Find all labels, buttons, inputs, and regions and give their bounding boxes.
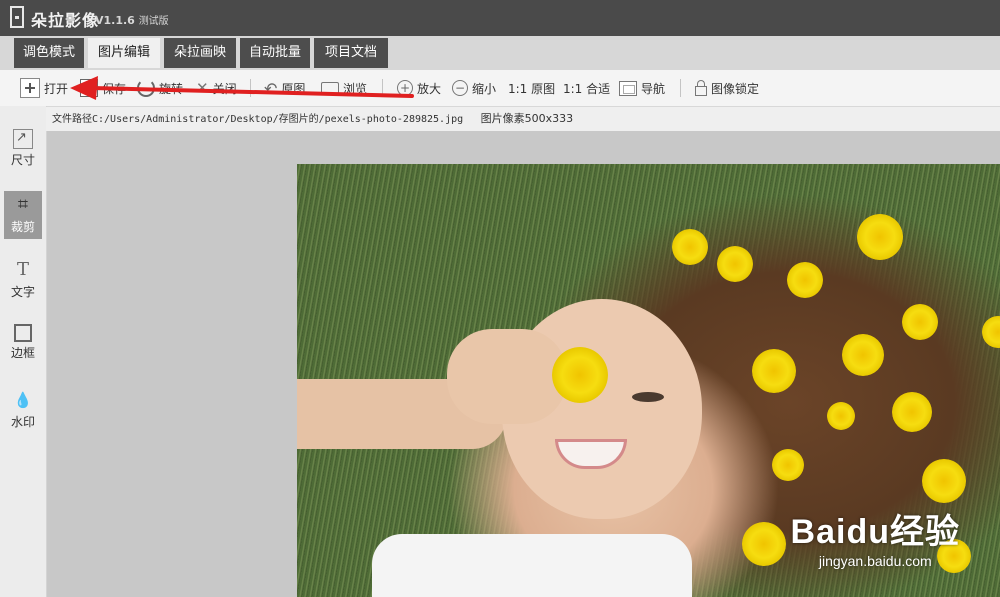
photo-eye bbox=[632, 392, 664, 402]
navigator-icon bbox=[619, 80, 637, 96]
flower bbox=[672, 229, 708, 265]
sidebar-item-label: 水印 bbox=[10, 415, 35, 429]
zoom-in-button[interactable]: + 放大 bbox=[397, 70, 441, 106]
watermark-logo: Baidu经验 bbox=[790, 513, 960, 551]
image-canvas[interactable]: Baidu经验 jingyan.baidu.com bbox=[47, 131, 1000, 597]
zoom-out-icon: − bbox=[452, 80, 468, 96]
plus-icon bbox=[20, 78, 40, 98]
mode-tabs: 调色模式 图片编辑 朵拉画映 自动批量 项目文档 bbox=[0, 36, 1000, 70]
app-title: 朵拉影像 bbox=[31, 11, 100, 30]
folder-icon bbox=[321, 81, 339, 95]
open-label: 打开 bbox=[44, 81, 69, 96]
flower bbox=[717, 246, 753, 282]
undo-icon: ↶ bbox=[264, 78, 278, 98]
toolbar: 打开 保存 旋转 ✕ 关闭 ↶ 原图 浏览 + 放大 − 缩小 1:1 原图 1… bbox=[0, 70, 1000, 107]
flower bbox=[892, 392, 932, 432]
image-lock-label: 图像锁定 bbox=[711, 81, 760, 96]
tab-dora-slideshow[interactable]: 朵拉画映 bbox=[164, 38, 236, 68]
original-button[interactable]: ↶ 原图 bbox=[264, 70, 305, 106]
close-label: 关闭 bbox=[212, 81, 237, 96]
rotate-label: 旋转 bbox=[159, 81, 184, 96]
flower bbox=[742, 522, 786, 566]
save-icon bbox=[80, 79, 98, 97]
flower bbox=[752, 349, 796, 393]
size-icon bbox=[13, 127, 33, 149]
save-button[interactable]: 保存 bbox=[80, 70, 126, 106]
sidebar-item-size[interactable]: 尺寸 bbox=[4, 126, 42, 174]
rotate-icon bbox=[137, 79, 155, 97]
zoom-in-icon: + bbox=[397, 80, 413, 96]
image-lock-button[interactable]: 图像锁定 bbox=[695, 70, 759, 106]
edit-tools-sidebar: 尺寸 ⌗ 裁剪 T 文字 边框 💧 水印 bbox=[0, 106, 47, 597]
app-version: V1.1.6 测试版 bbox=[95, 14, 169, 27]
baidu-watermark: Baidu经验 jingyan.baidu.com bbox=[791, 504, 960, 569]
file-path: 文件路径C:/Users/Administrator/Desktop/存图片的/… bbox=[52, 114, 464, 125]
border-icon bbox=[14, 324, 32, 342]
rotate-button[interactable]: 旋转 bbox=[137, 70, 183, 106]
open-button[interactable]: 打开 bbox=[20, 70, 68, 106]
image-pixels: 图片像素500x333 bbox=[480, 112, 574, 125]
sidebar-item-watermark[interactable]: 💧 水印 bbox=[4, 386, 42, 434]
zoom-out-button[interactable]: − 缩小 bbox=[452, 70, 496, 106]
flower bbox=[922, 459, 966, 503]
fit-button[interactable]: 1:1 合适 bbox=[563, 70, 610, 106]
browse-button[interactable]: 浏览 bbox=[321, 70, 367, 106]
title-bar: 朵拉影像 V1.1.6 测试版 bbox=[0, 0, 1000, 37]
sidebar-item-label: 尺寸 bbox=[10, 153, 35, 167]
flower bbox=[772, 449, 804, 481]
original-label: 原图 bbox=[281, 81, 306, 96]
sidebar-item-border[interactable]: 边框 bbox=[4, 321, 42, 369]
zoom-out-label: 缩小 bbox=[472, 81, 497, 96]
flower bbox=[787, 262, 823, 298]
file-info-bar: 文件路径C:/Users/Administrator/Desktop/存图片的/… bbox=[46, 107, 1000, 131]
navigate-button[interactable]: 导航 bbox=[619, 70, 665, 106]
tab-project-docs[interactable]: 项目文档 bbox=[314, 38, 388, 68]
flower bbox=[552, 347, 608, 403]
actual-size-button[interactable]: 1:1 原图 bbox=[508, 70, 555, 106]
crop-icon: ⌗ bbox=[17, 194, 29, 215]
toolbar-divider bbox=[382, 79, 383, 97]
flower bbox=[842, 334, 884, 376]
tab-color-mode[interactable]: 调色模式 bbox=[14, 38, 84, 68]
photo-preview: Baidu经验 jingyan.baidu.com bbox=[297, 164, 1000, 597]
flower bbox=[982, 316, 1000, 348]
close-button[interactable]: ✕ 关闭 bbox=[196, 70, 237, 106]
toolbar-divider bbox=[680, 79, 681, 97]
navigate-label: 导航 bbox=[641, 81, 666, 96]
app-logo-icon bbox=[10, 6, 24, 28]
flower bbox=[902, 304, 938, 340]
text-icon: T bbox=[16, 259, 29, 280]
close-icon: ✕ bbox=[196, 79, 209, 97]
lock-icon bbox=[695, 80, 707, 96]
tab-image-edit[interactable]: 图片编辑 bbox=[88, 38, 160, 68]
sidebar-item-label: 文字 bbox=[10, 285, 35, 299]
watermark-icon: 💧 bbox=[13, 391, 33, 409]
watermark-url: jingyan.baidu.com bbox=[818, 553, 932, 569]
sidebar-item-text[interactable]: T 文字 bbox=[4, 256, 42, 304]
sidebar-item-label: 边框 bbox=[10, 346, 35, 360]
save-label: 保存 bbox=[102, 81, 127, 96]
photo-shirt bbox=[372, 534, 692, 597]
sidebar-item-crop[interactable]: ⌗ 裁剪 bbox=[4, 191, 42, 239]
photo-hand bbox=[447, 329, 567, 424]
zoom-in-label: 放大 bbox=[417, 81, 442, 96]
flower bbox=[857, 214, 903, 260]
browse-label: 浏览 bbox=[343, 81, 368, 96]
toolbar-divider bbox=[250, 79, 251, 97]
sidebar-item-label: 裁剪 bbox=[10, 220, 35, 234]
tab-auto-batch[interactable]: 自动批量 bbox=[240, 38, 310, 68]
flower bbox=[827, 402, 855, 430]
